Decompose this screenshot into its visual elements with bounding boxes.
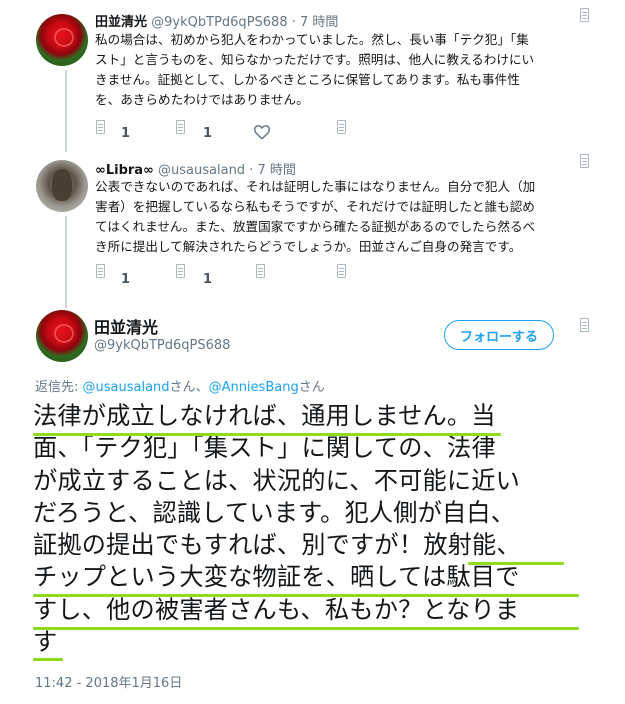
main-text-line: だろうと、認識しています。犯人側が自白、 [33, 498, 516, 527]
tweet-text-line: てはくれません。また、放置国家ですから確たる証拠があるのでしたら然るべ [95, 219, 536, 234]
highlight-underline [33, 627, 579, 630]
highlight-underline [33, 594, 579, 597]
reply-count: 1 [121, 126, 131, 141]
tweet-text-line: き所に提出して解決されたらどうでしょうか。田並さんご自身の発言です。 [95, 239, 522, 254]
reply-mention-link[interactable]: @AnniesBang [209, 380, 299, 395]
reply-count: 1 [121, 272, 131, 287]
user-handle[interactable]: @9ykQbTPd6qPS688 [151, 15, 287, 30]
user-handle[interactable]: @9ykQbTPd6qPS688 [94, 338, 230, 353]
direct-message-icon[interactable] [337, 120, 346, 134]
caret-menu-icon[interactable] [580, 318, 589, 332]
display-name[interactable]: ∞Libra∞ [95, 163, 154, 178]
thread-line [65, 70, 67, 152]
tweet-text-line: 公表できないのであれば、それは証明した事にはなりません。自分で犯人（加 [95, 179, 536, 194]
main-text-line: チップという大変な物証を、晒しては駄目で [33, 563, 520, 592]
main-text-line: が成立することは、状況的に、不可能に近い [33, 466, 521, 495]
main-text-line: 証拠の提出でもすれば、別ですが！放射能、 [33, 531, 521, 560]
main-text-line: す [33, 628, 58, 657]
display-name[interactable]: 田並清光 [95, 15, 147, 30]
tweet-header: 田並清光 @9ykQbTPd6qPS688 · 7 時間 [95, 11, 338, 30]
highlight-underline [33, 658, 63, 661]
tweet-text: 私の場合は、初めから犯人をわかっていました。然し、長い事「テク犯」「集 スト」と… [95, 30, 534, 110]
avatar[interactable] [36, 310, 88, 362]
highlight-underline [468, 562, 564, 565]
tweet-header: ∞Libra∞ @usausaland · 7 時間 [95, 159, 296, 178]
reply-icon[interactable] [96, 264, 105, 278]
caret-menu-icon[interactable] [580, 154, 589, 168]
reply-separator: さん、 [169, 380, 209, 395]
tweet-text-line: を、あきらめたわけではありません。 [95, 92, 309, 107]
main-text-line: すし、他の被害者さんも、私もか？となりま [33, 595, 520, 624]
tweet-text-line: スト」と言うものを、知らなかっただけです。照明は、他人に教えるわけにい [95, 52, 535, 67]
reply-mention-link[interactable]: @usausaland [83, 380, 170, 395]
tweet-text: 公表できないのであれば、それは証明した事にはなりません。自分で犯人（加 害者）を… [95, 177, 535, 257]
tweet-time[interactable]: 7 時間 [300, 15, 338, 30]
caret-menu-icon[interactable] [580, 8, 589, 22]
main-text-line: 法律が成立しなければ、通用しません。当 [33, 402, 496, 430]
reply-icon[interactable] [96, 120, 105, 134]
thread-line [65, 216, 67, 308]
main-text-line: 面、「テク犯」「集スト」に関しての、法律 [33, 434, 496, 463]
user-handle[interactable]: @usausaland [158, 163, 245, 178]
retweet-icon[interactable] [176, 120, 185, 134]
reply-to-context: 返信先: @usausalandさん、@AnniesBangさん [35, 376, 325, 395]
reply-prefix: 返信先: [35, 380, 83, 395]
tweet-text-line: 私の場合は、初めから犯人をわかっていました。然し、長い事「テク犯」「集 [95, 32, 529, 47]
avatar[interactable] [36, 14, 88, 66]
retweet-icon[interactable] [176, 264, 185, 278]
retweet-count: 1 [203, 272, 213, 287]
follow-button[interactable]: フォローする [444, 320, 554, 350]
tweet-time[interactable]: 7 時間 [257, 163, 295, 178]
separator-dot: · [291, 15, 296, 30]
separator-dot: · [249, 163, 254, 178]
retweet-count: 1 [203, 126, 213, 141]
tweet-text-line: 害者）を把握しているなら私もそうですが、それだけでは証明したと誰も認め [95, 199, 535, 214]
like-heart-icon[interactable] [253, 124, 271, 140]
main-tweet-text: 法律が成立しなければ、通用しません。当 面、「テク犯」「集スト」に関しての、法律… [33, 400, 593, 658]
highlight-underline [33, 433, 501, 436]
avatar[interactable] [36, 160, 88, 212]
display-name[interactable]: 田並清光 [94, 314, 158, 338]
like-icon[interactable] [256, 264, 265, 278]
reply-separator: さん [298, 380, 325, 395]
tweet-timestamp[interactable]: 11:42 - 2018年1月16日 [35, 672, 182, 691]
tweet-text-line: きません。証拠として、しかるべきところに保管してあります。私も事件性 [95, 72, 520, 87]
direct-message-icon[interactable] [337, 264, 346, 278]
